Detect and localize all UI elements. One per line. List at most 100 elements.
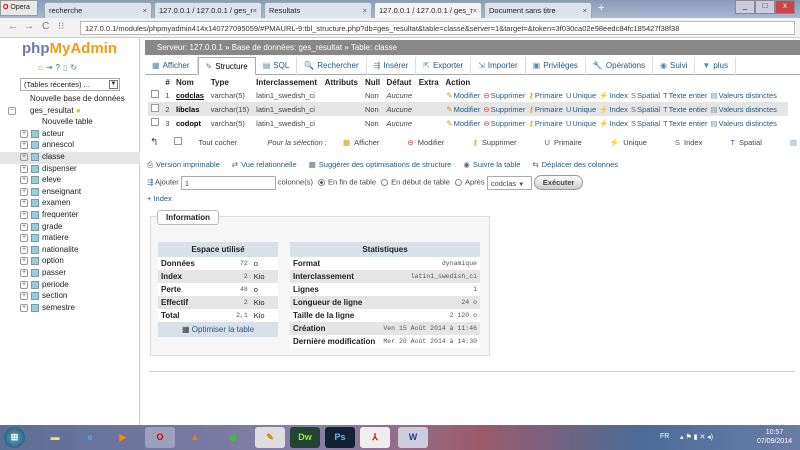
reload-icon[interactable]: C <box>42 21 49 32</box>
close-icon[interactable]: × <box>143 6 147 15</box>
action-index[interactable]: ⚡Index <box>598 119 628 128</box>
after-radio[interactable] <box>455 179 462 186</box>
row-checkbox[interactable] <box>151 104 159 112</box>
tab-suivi[interactable]: ◉ Suivi <box>653 57 696 75</box>
ie-icon[interactable]: e <box>75 427 105 448</box>
action-supprimer[interactable]: ⊖Supprimer <box>482 119 525 128</box>
tab-plus[interactable]: ▼ plus <box>695 57 736 75</box>
action-unique[interactable]: UUnique <box>565 105 596 114</box>
media-player-icon[interactable]: ▶ <box>108 427 138 448</box>
new-database-link[interactable]: Nouvelle base de données <box>0 94 140 106</box>
action-supprimer[interactable]: ⊖Supprimer <box>482 91 525 100</box>
link-4[interactable]: ⇆ Déplacer des colonnes <box>532 160 624 169</box>
bulk-texte-entier[interactable]: ▤Texte entier <box>790 138 800 147</box>
link-2[interactable]: ▦ Suggérer des optimisations de structure <box>309 160 458 169</box>
add-index-link[interactable]: + Index <box>147 194 172 203</box>
sidebar-table-matiere[interactable]: + matiere <box>0 233 140 245</box>
expand-icon[interactable]: + <box>20 303 28 312</box>
action-primaire[interactable]: ⚷Primaire <box>527 91 562 100</box>
action-primaire[interactable]: ⚷Primaire <box>527 105 562 114</box>
opera-taskbar-icon[interactable]: O <box>145 427 175 448</box>
tab-structure[interactable]: ✎ Structure <box>197 57 256 75</box>
expand-icon[interactable]: + <box>20 245 28 254</box>
expand-icon[interactable]: + <box>20 268 28 277</box>
execute-button[interactable]: Exécuter <box>533 175 584 190</box>
database-ges-resultat[interactable]: − ges_resultat ● <box>0 106 140 118</box>
action-primaire[interactable]: ⚷Primaire <box>527 119 562 128</box>
link-1[interactable]: ⇄ Vue relationnelle <box>232 160 303 169</box>
action-spatial[interactable]: SSpatial <box>630 119 660 128</box>
sidebar-table-semestre[interactable]: + semestre <box>0 303 140 315</box>
link-3[interactable]: ◉ Suivre la table <box>463 160 526 169</box>
after-column-select[interactable]: codclas ▼ <box>486 175 532 190</box>
bulk-afficher[interactable]: ▦ Afficher <box>343 138 393 147</box>
breadcrumb-db[interactable]: Base de données: ges_resultat <box>232 43 342 52</box>
collapse-icon[interactable]: − <box>8 106 16 115</box>
sidebar-table-option[interactable]: + option <box>0 256 140 268</box>
sidebar-table-classe[interactable]: + classe <box>0 151 140 164</box>
expand-icon[interactable]: + <box>20 152 28 161</box>
expand-icon[interactable]: + <box>20 129 28 138</box>
help-icon[interactable]: ? <box>56 63 63 72</box>
sidebar-table-passer[interactable]: + passer <box>0 268 140 280</box>
sidebar-table-periode[interactable]: + periode <box>0 280 140 292</box>
action-texte-entier[interactable]: TTexte entier <box>662 91 707 100</box>
expand-icon[interactable]: + <box>20 292 28 301</box>
reload-nav-icon[interactable]: ↻ <box>70 63 80 72</box>
new-tab-button[interactable]: + <box>598 2 604 14</box>
action-valeurs-distinctes[interactable]: ▤Valeurs distinctes <box>710 119 777 128</box>
action-valeurs-distinctes[interactable]: ▤Valeurs distinctes <box>710 91 777 100</box>
logout-icon[interactable]: ⇥ <box>46 63 56 72</box>
action-spatial[interactable]: SSpatial <box>630 91 660 100</box>
word-icon[interactable]: W <box>398 427 428 448</box>
expand-icon[interactable]: + <box>20 222 28 231</box>
vlc-icon[interactable]: ▲ <box>180 427 210 448</box>
tray-icons[interactable]: ▴ ⚑ ▮ ✕ ◂) <box>680 433 713 441</box>
action-valeurs-distinctes[interactable]: ▤Valeurs distinctes <box>710 105 777 114</box>
photoshop-icon[interactable]: Ps <box>325 427 355 448</box>
link-0[interactable]: ⎙ Version imprimable <box>147 160 226 169</box>
browser-tab[interactable]: Document sans titre × <box>484 2 592 18</box>
action-index[interactable]: ⚡Index <box>598 105 628 114</box>
start-of-table-radio[interactable] <box>381 179 389 186</box>
forward-icon[interactable]: → <box>24 21 34 32</box>
browser-tab[interactable]: 127.0.0.1 / 127.0.0.1 / ges_r × <box>154 2 262 18</box>
action-unique[interactable]: UUnique <box>565 91 596 100</box>
close-icon[interactable]: × <box>583 6 587 15</box>
explorer-icon[interactable]: ▬ <box>40 427 70 448</box>
action-spatial[interactable]: SSpatial <box>630 105 660 114</box>
bulk-unique[interactable]: ⚡ Unique <box>610 138 661 147</box>
breadcrumb-server[interactable]: Serveur: 127.0.0.1 <box>157 43 223 52</box>
tab-insérer[interactable]: ⇶ Insérer <box>367 57 417 75</box>
action-unique[interactable]: UUnique <box>565 119 596 128</box>
phpmyadmin-logo[interactable]: phpMyAdmin <box>22 40 117 57</box>
end-of-table-radio[interactable] <box>318 179 326 186</box>
close-window-button[interactable]: x <box>775 0 795 14</box>
expand-icon[interactable]: + <box>20 187 28 196</box>
back-icon[interactable]: ← <box>8 21 18 32</box>
sidebar-table-examen[interactable]: + examen <box>0 198 140 210</box>
maximize-button[interactable]: □ <box>755 0 775 14</box>
new-table-link[interactable]: Nouvelle table <box>0 117 140 129</box>
action-modifier[interactable]: ✎Modifier <box>445 91 480 100</box>
notepad-icon[interactable]: ✎ <box>255 427 285 448</box>
row-checkbox[interactable] <box>151 118 159 126</box>
minimize-button[interactable]: _ <box>735 0 755 14</box>
expand-icon[interactable]: + <box>20 199 28 208</box>
sidebar-table-enseignant[interactable]: + enseignant <box>0 187 140 199</box>
url-input[interactable]: 127.0.0.1/modules/phpmyadmin414x14072709… <box>80 21 795 35</box>
sidebar-table-dispenser[interactable]: + dispenser <box>0 164 140 176</box>
bulk-primaire[interactable]: U Primaire <box>545 138 596 147</box>
sidebar-table-acteur[interactable]: + acteur <box>0 129 140 141</box>
sidebar-table-section[interactable]: + section <box>0 291 140 303</box>
browser-tab[interactable]: recherche × <box>44 2 152 18</box>
recent-tables-select[interactable]: (Tables récentes) ... ▼ <box>20 78 120 91</box>
expand-icon[interactable]: + <box>20 164 28 173</box>
optimize-table-link[interactable]: ▦ Optimiser la table <box>158 322 278 337</box>
expand-icon[interactable]: + <box>20 141 28 150</box>
sidebar-table-grade[interactable]: + grade <box>0 222 140 234</box>
expand-icon[interactable]: + <box>20 176 28 185</box>
tab-sql[interactable]: ▤ SQL <box>256 57 298 75</box>
home-icon[interactable]: ⌂ <box>38 63 46 72</box>
tab-opérations[interactable]: 🔧 Opérations <box>586 57 654 75</box>
